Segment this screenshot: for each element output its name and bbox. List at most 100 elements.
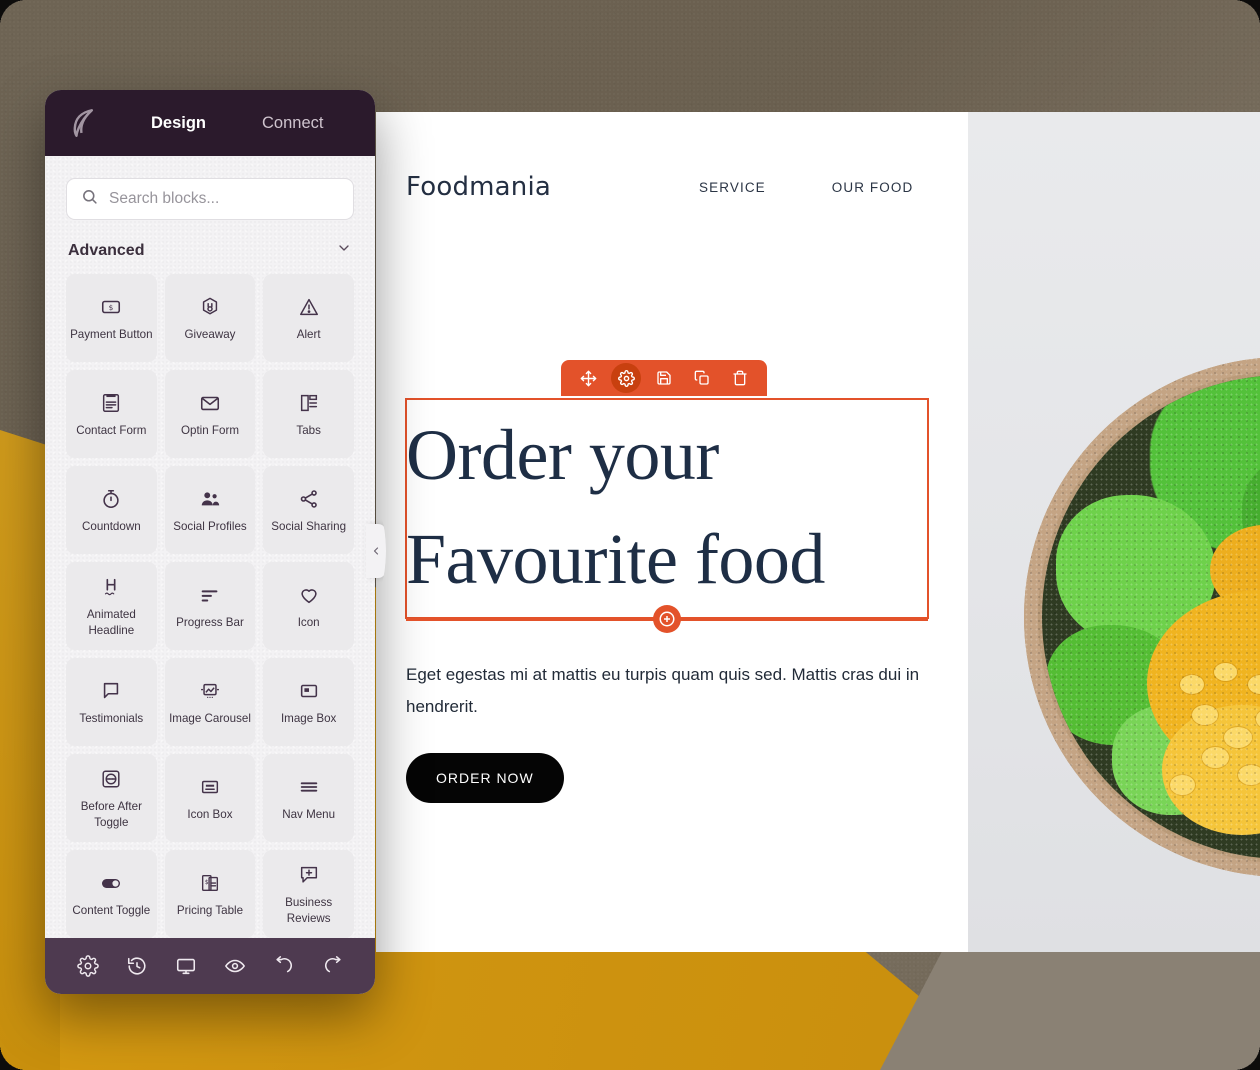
block-label: Animated Headline bbox=[86, 608, 136, 637]
block-label: Nav Menu bbox=[282, 807, 336, 821]
add-block-handle[interactable] bbox=[406, 605, 928, 634]
block-payment-button[interactable]: $ Payment Button bbox=[66, 274, 157, 362]
website-preview-canvas[interactable]: Foodmania SERVICE OUR FOOD REVIEWS bbox=[376, 112, 1260, 952]
panel-footer-toolbar[interactable] bbox=[45, 938, 375, 994]
block-label: Content Toggle bbox=[72, 903, 151, 917]
tab-connect[interactable]: Connect bbox=[234, 90, 351, 156]
nav-link-our-food[interactable]: OUR FOOD bbox=[832, 180, 914, 195]
block-business-reviews[interactable]: Business Reviews bbox=[263, 850, 354, 938]
plus-circle-icon[interactable] bbox=[653, 605, 681, 634]
before-after-toggle-icon bbox=[100, 766, 122, 792]
order-now-button[interactable]: ORDER NOW bbox=[406, 753, 564, 804]
block-alert[interactable]: Alert bbox=[263, 274, 354, 362]
site-brand: Foodmania bbox=[406, 172, 552, 202]
alert-triangle-icon bbox=[298, 294, 320, 320]
block-giveaway[interactable]: Giveaway bbox=[164, 274, 256, 362]
block-grid: $ Payment Button Giveaway Alert Contact … bbox=[66, 274, 354, 938]
desktop-icon[interactable] bbox=[175, 955, 197, 977]
hero-heading-line-1: Order your bbox=[406, 415, 719, 495]
block-countdown[interactable]: Countdown bbox=[66, 466, 157, 554]
move-arrows-icon[interactable] bbox=[573, 363, 603, 393]
share-icon bbox=[298, 486, 320, 512]
svg-text:$: $ bbox=[205, 879, 209, 886]
block-label: Progress Bar bbox=[176, 615, 244, 629]
add-handle-line-left bbox=[406, 617, 654, 621]
panel-header: Design Connect bbox=[45, 90, 375, 160]
search-box[interactable] bbox=[66, 178, 354, 220]
block-optin-form[interactable]: Optin Form bbox=[164, 370, 256, 458]
icon-box-icon bbox=[199, 774, 221, 800]
gear-icon[interactable] bbox=[611, 363, 641, 393]
block-label: Testimonials bbox=[79, 711, 144, 725]
block-social-profiles[interactable]: Social Profiles bbox=[164, 466, 256, 554]
redo-arrow-icon[interactable] bbox=[322, 955, 344, 977]
block-label: Optin Form bbox=[181, 423, 239, 437]
block-library-panel[interactable]: Design Connect Advanced bbox=[45, 90, 375, 994]
tabs-icon bbox=[298, 390, 320, 416]
block-label: Icon bbox=[297, 615, 320, 629]
image-box-icon bbox=[298, 678, 320, 704]
gear-icon[interactable] bbox=[76, 955, 99, 977]
search-input[interactable] bbox=[109, 190, 339, 208]
panel-body: Advanced $ Payment Button bbox=[45, 156, 375, 938]
bowl-graphic bbox=[1024, 357, 1260, 877]
undo-arrow-icon[interactable] bbox=[273, 955, 295, 977]
hero-heading-line-2: Favourite food bbox=[406, 518, 825, 599]
contact-form-icon bbox=[100, 390, 122, 416]
salad-bowl-photo bbox=[968, 112, 1260, 952]
chevron-down-icon[interactable] bbox=[336, 240, 352, 261]
block-tabs[interactable]: Tabs bbox=[263, 370, 354, 458]
block-icon-box[interactable]: Icon Box bbox=[164, 754, 256, 842]
envelope-icon bbox=[199, 390, 221, 416]
stopwatch-icon bbox=[100, 486, 122, 512]
hero-paragraph: Eget egestas mi at mattis eu turpis quam… bbox=[406, 665, 920, 716]
block-label: Image Box bbox=[280, 711, 337, 725]
block-label: Social Sharing bbox=[271, 519, 347, 533]
people-icon bbox=[199, 486, 221, 512]
tab-design[interactable]: Design bbox=[123, 90, 234, 160]
block-label: Pricing Table bbox=[176, 903, 244, 917]
block-testimonials[interactable]: Testimonials bbox=[66, 658, 157, 746]
block-label: Tabs bbox=[296, 423, 321, 437]
nav-link-service[interactable]: SERVICE bbox=[699, 180, 766, 195]
hamburger-menu-icon bbox=[298, 774, 320, 800]
block-label: Business Reviews bbox=[285, 896, 333, 925]
block-progress-bar[interactable]: Progress Bar bbox=[164, 562, 256, 650]
business-reviews-icon bbox=[298, 862, 320, 888]
heart-icon bbox=[298, 582, 320, 608]
payment-button-icon: $ bbox=[100, 294, 122, 320]
block-animated-headline[interactable]: Animated Headline bbox=[66, 562, 157, 650]
block-label: Alert bbox=[296, 327, 321, 341]
hero-heading-block[interactable]: Order your Favourite food bbox=[405, 360, 929, 634]
history-clock-icon[interactable] bbox=[126, 955, 148, 977]
duplicate-copy-icon[interactable] bbox=[687, 363, 717, 393]
block-social-sharing[interactable]: Social Sharing bbox=[263, 466, 354, 554]
block-contact-form[interactable]: Contact Form bbox=[66, 370, 157, 458]
block-content-toggle[interactable]: Content Toggle bbox=[66, 850, 157, 938]
block-image-carousel[interactable]: Image Carousel bbox=[164, 658, 256, 746]
block-image-box[interactable]: Image Box bbox=[263, 658, 354, 746]
image-carousel-icon bbox=[199, 678, 221, 704]
section-title: Advanced bbox=[68, 241, 145, 259]
panel-collapse-handle[interactable] bbox=[366, 524, 386, 578]
speech-bubble-icon bbox=[100, 678, 122, 704]
add-handle-line-right bbox=[680, 617, 928, 621]
block-pricing-table[interactable]: $ Pricing Table bbox=[164, 850, 256, 938]
progress-bar-icon bbox=[199, 582, 221, 608]
block-nav-menu[interactable]: Nav Menu bbox=[263, 754, 354, 842]
block-label: Countdown bbox=[82, 519, 141, 533]
block-icon[interactable]: Icon bbox=[263, 562, 354, 650]
trash-icon[interactable] bbox=[725, 363, 755, 393]
eye-icon[interactable] bbox=[224, 955, 246, 977]
animated-headline-icon bbox=[100, 574, 122, 600]
leaf-logo-icon bbox=[67, 106, 101, 140]
element-edit-toolbar[interactable] bbox=[561, 360, 767, 396]
panel-tabs[interactable]: Design Connect bbox=[123, 90, 351, 160]
svg-text:$: $ bbox=[109, 303, 114, 312]
block-label: Image Carousel bbox=[169, 711, 251, 725]
block-label: Before After Toggle bbox=[80, 800, 142, 829]
floppy-save-icon[interactable] bbox=[649, 363, 679, 393]
pricing-table-icon: $ bbox=[199, 870, 221, 896]
block-before-after-toggle[interactable]: Before After Toggle bbox=[66, 754, 157, 842]
section-header-advanced[interactable]: Advanced bbox=[66, 220, 354, 274]
